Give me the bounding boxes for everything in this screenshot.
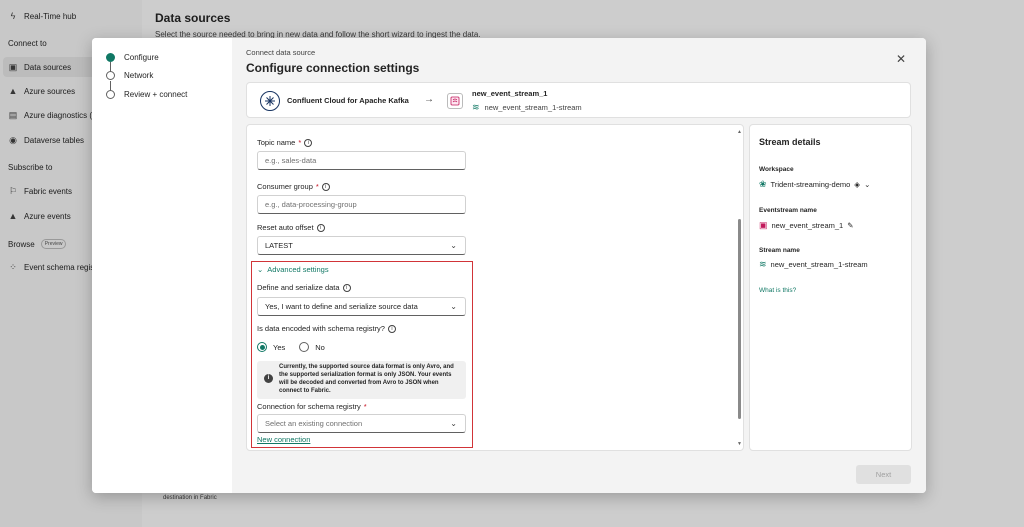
next-button[interactable]: Next [856, 465, 911, 484]
workspace-label: Workspace [759, 166, 794, 173]
stream-name-label: Stream name [759, 247, 800, 254]
kafka-logo-icon [260, 91, 280, 111]
info-icon[interactable]: i [321, 182, 330, 191]
close-icon[interactable]: ✕ [894, 52, 908, 66]
info-icon[interactable]: i [387, 324, 396, 333]
registry-connection-dropdown[interactable]: Select an existing connection ⌄ [257, 414, 466, 433]
define-serialize-dropdown[interactable]: Yes, I want to define and serialize sour… [257, 297, 466, 316]
chevron-down-icon: ⌄ [257, 265, 264, 274]
step-review-connect[interactable]: Review + connect [106, 90, 187, 99]
schema-registry-radio-group: Yes No [257, 342, 325, 352]
eventstream-value: ▣ new_event_stream_1 ✎ [759, 220, 854, 230]
stream-details-panel: Stream details Workspace ❀ Trident-strea… [749, 124, 912, 451]
consumer-group-label: Consumer group * i [257, 182, 330, 191]
stream-name-value: ≋ new_event_stream_1-stream [759, 259, 868, 269]
eventstream-icon: ▣ [759, 220, 768, 230]
format-notice: i Currently, the supported source data f… [257, 361, 466, 399]
step-indicator-icon [106, 53, 115, 62]
diamond-icon: ◈ [854, 180, 861, 189]
workspace-icon: ❀ [759, 179, 767, 189]
scroll-thumb[interactable] [738, 219, 741, 419]
chevron-down-icon: ⌄ [450, 302, 457, 311]
registry-connection-label: Connection for schema registry * [257, 402, 367, 411]
define-serialize-label: Define and serialize data i [257, 283, 351, 292]
dialog-main: Connect data source Configure connection… [232, 38, 926, 493]
scroll-up-icon[interactable]: ▲ [737, 129, 742, 135]
chevron-down-icon: ⌄ [450, 419, 457, 428]
stream-name-row: ≋ new_event_stream_1-stream [472, 102, 582, 112]
dialog-title: Configure connection settings [246, 61, 420, 75]
dialog-subtitle: Connect data source [246, 48, 316, 57]
step-configure[interactable]: Configure [106, 53, 159, 62]
step-indicator-icon [106, 71, 115, 80]
connect-dialog: Configure Network Review + connect Conne… [92, 38, 926, 493]
wizard-steps: Configure Network Review + connect [92, 38, 232, 493]
info-icon[interactable]: i [342, 283, 351, 292]
stream-icon: ≋ [472, 102, 480, 112]
new-connection-link[interactable]: New connection [257, 435, 310, 444]
source-name: Confluent Cloud for Apache Kafka [287, 96, 409, 105]
schema-registry-question: Is data encoded with schema registry? i [257, 324, 396, 333]
form-scrollbar[interactable]: ▲ ▼ [737, 129, 742, 447]
topic-name-label: Topic name * i [257, 138, 313, 147]
radio-no[interactable] [299, 342, 310, 352]
topic-name-input[interactable] [257, 151, 466, 170]
edit-pencil-icon[interactable]: ✎ [847, 221, 853, 230]
info-icon[interactable]: i [304, 138, 313, 147]
scroll-down-icon[interactable]: ▼ [737, 441, 742, 447]
consumer-group-input[interactable] [257, 195, 466, 214]
stream-icon: ≋ [759, 259, 767, 269]
chevron-down-icon: ⌄ [864, 180, 871, 189]
info-filled-icon: i [264, 374, 273, 383]
reset-offset-label: Reset auto offset i [257, 223, 325, 232]
source-summary-bar: Confluent Cloud for Apache Kafka → new_e… [246, 82, 911, 118]
reset-offset-dropdown[interactable]: LATEST ⌄ [257, 236, 466, 255]
stream-details-title: Stream details [759, 137, 821, 147]
step-network[interactable]: Network [106, 71, 153, 80]
eventstream-label: Eventstream name [759, 207, 817, 214]
configuration-form: ▲ ▼ Topic name * i Consumer group * i Re… [246, 124, 744, 451]
radio-yes[interactable] [257, 342, 267, 352]
info-icon[interactable]: i [316, 223, 325, 232]
step-indicator-icon [106, 90, 115, 99]
eventstream-icon [447, 93, 463, 109]
arrow-right-icon: → [424, 94, 434, 105]
chevron-down-icon: ⌄ [450, 241, 457, 250]
advanced-settings-toggle[interactable]: ⌄ Advanced settings [257, 265, 329, 274]
what-is-this-link[interactable]: What is this? [759, 287, 796, 294]
eventstream-name: new_event_stream_1 [472, 89, 548, 98]
workspace-value[interactable]: ❀ Trident-streaming-demo ◈ ⌄ [759, 179, 870, 190]
